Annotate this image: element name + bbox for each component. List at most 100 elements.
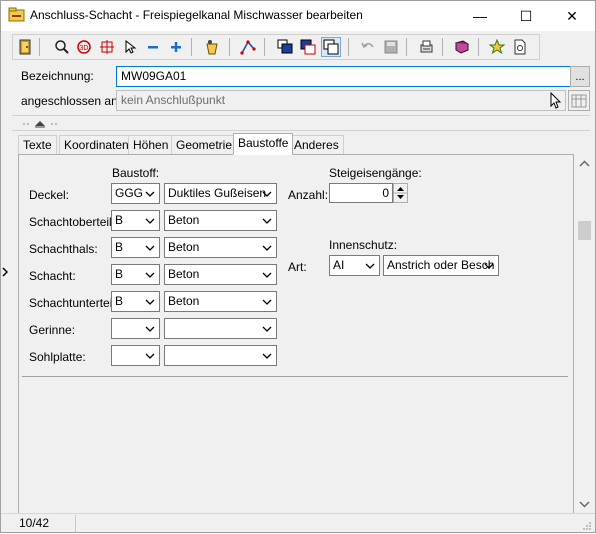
expand-arrow-icon[interactable] [2,266,9,277]
material-select-sohlplatte[interactable] [164,345,277,366]
innenschutz-heading: Innenschutz: [329,238,398,252]
baustoff-heading: Baustoff: [112,166,160,180]
tab-panel [18,154,574,514]
tab-koordinaten[interactable]: Koordinaten [59,135,134,154]
zoom-extent-icon[interactable]: 3D [74,37,94,57]
chevron-down-icon [145,299,155,305]
anzahl-input[interactable]: 0 [329,183,393,203]
innenschutz-code-select[interactable]: AI [329,255,380,276]
row-label-deckel: Deckel: [29,188,70,202]
print-preview-icon[interactable] [416,37,436,57]
layer-select-icon[interactable] [298,37,318,57]
material-value: Beton [168,213,200,227]
toolbar-separator [478,38,479,56]
angeschlossen-label: angeschlossen an: [21,94,122,108]
tab-texte[interactable]: Texte [18,135,57,154]
vertical-scrollbar[interactable] [576,154,593,514]
chevron-down-icon [145,272,155,278]
document-icon[interactable] [510,37,530,57]
chevron-down-icon [365,263,375,269]
resize-grip-icon[interactable] [582,520,592,530]
calendar-grid-icon[interactable] [568,90,590,111]
toolbar-separator [229,38,230,56]
header-divider [12,115,590,116]
window-title: Anschluss-Schacht - Freispiegelkanal Mis… [30,8,363,22]
crosshair-icon[interactable] [97,37,117,57]
angeschlossen-input[interactable]: kein Anschlußpunkt [116,90,566,111]
code-value: B [115,240,124,254]
material-select-schacht[interactable]: Beton [164,264,277,285]
close-button[interactable]: ✕ [549,1,595,31]
code-select-sohlplatte[interactable] [111,345,160,366]
code-value: GGG [115,186,144,200]
save-icon[interactable] [381,37,401,57]
pointer-icon[interactable] [120,37,140,57]
code-value: B [115,267,124,281]
code-value: AI [333,258,345,272]
scroll-up-icon[interactable] [578,158,591,168]
header-divider-2 [12,130,590,131]
material-select-schachtoberteil[interactable]: Beton [164,210,277,231]
bucket-icon[interactable] [202,37,222,57]
anzahl-stepper[interactable] [393,183,408,203]
svg-text:3D: 3D [80,45,89,52]
status-bar [1,513,595,532]
code-select-schachtoberteil[interactable]: B [111,210,160,231]
toolbar-separator [442,38,443,56]
zoom-icon[interactable] [52,37,72,57]
tab-anderes[interactable]: Anderes [289,135,344,154]
panel-divider [22,376,568,377]
maximize-button[interactable]: ☐ [503,1,549,31]
material-select-schachthals[interactable]: Beton [164,237,277,258]
edit-nodes-icon[interactable] [238,37,258,57]
row-label-schachthals: Schachthals: [29,242,98,256]
tab-hoehen[interactable]: Höhen [128,135,174,154]
material-value: Beton [168,267,200,281]
material-value: Duktiles Gußeisen [168,186,267,200]
bezeichnung-input[interactable]: MW09GA01 [116,66,571,87]
row-label-sohlplatte: Sohlplatte: [29,350,86,364]
bezeichnung-label: Bezeichnung: [21,69,94,83]
chevron-down-icon [145,245,155,251]
toolbar-separator [348,38,349,56]
code-select-schachtunterteil[interactable]: B [111,291,160,312]
layer-copy-icon[interactable] [321,37,341,57]
material-select-deckel[interactable]: Duktiles Gußeisen [164,183,277,204]
minus-icon[interactable] [143,37,163,57]
toolbar-separator [264,38,265,56]
record-counter: 10/42 [19,516,50,530]
code-select-gerinne[interactable] [111,318,160,339]
chevron-down-icon [484,263,494,269]
code-select-schachthals[interactable]: B [111,237,160,258]
layer-front-icon[interactable] [275,37,295,57]
scroll-down-icon[interactable] [578,498,591,508]
material-select-schachtunterteil[interactable]: Beton [164,291,277,312]
toolbar-separator [406,38,407,56]
chevron-down-icon [262,353,272,359]
art-label: Art: [288,260,307,274]
tab-geometrie[interactable]: Geometrie [171,135,238,154]
toolbar-separator [39,38,40,56]
code-select-deckel[interactable]: GGG [111,183,160,204]
code-value: B [115,294,124,308]
scroll-thumb[interactable] [578,221,591,240]
pick-pointer-icon[interactable] [547,91,563,109]
undo-icon[interactable] [358,37,378,57]
ellipsis-button[interactable]: ... [570,66,590,87]
anzahl-label: Anzahl: [288,188,329,202]
collapse-handle-icon[interactable] [21,118,61,128]
steigeisen-heading: Steigeisengänge: [329,166,422,180]
chevron-down-icon [145,191,155,197]
exit-door-icon[interactable] [15,37,35,57]
book-icon[interactable] [452,37,472,57]
chevron-down-icon [262,218,272,224]
material-select-gerinne[interactable] [164,318,277,339]
innenschutz-material-select[interactable]: Anstrich oder Besch [383,255,499,276]
code-select-schacht[interactable]: B [111,264,160,285]
plus-icon[interactable] [166,37,186,57]
minimize-button[interactable]: — [457,1,503,31]
tab-baustoffe[interactable]: Baustoffe [233,133,294,155]
chevron-down-icon [262,245,272,251]
row-label-gerinne: Gerinne: [29,323,76,337]
star-icon[interactable] [487,37,507,57]
